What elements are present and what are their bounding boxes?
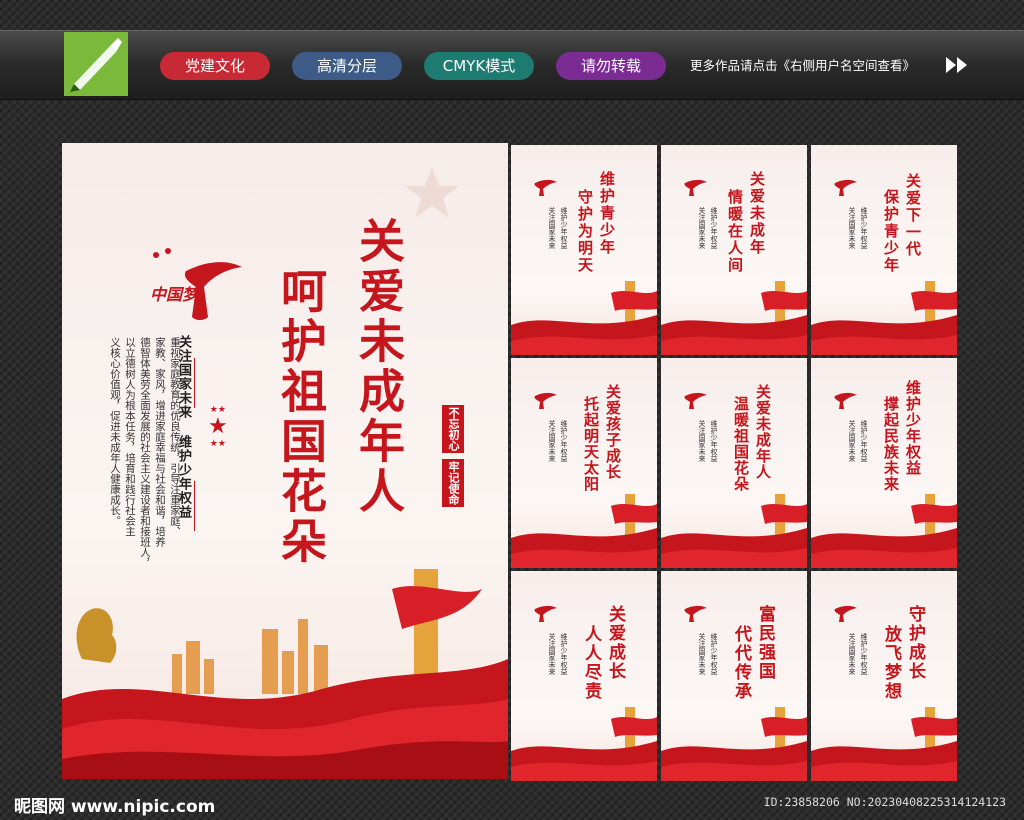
china-dream-logo-icon — [834, 179, 857, 196]
panel-sub-2: 维护少年权益 — [860, 207, 868, 249]
seal-label-1: 不忘初心 — [442, 405, 464, 453]
china-dream-logo-icon — [534, 392, 557, 409]
body-text: 重视家庭教育的优良传统，引导注重家庭、 家教、家风，增进家庭幸福与社会和谐，培养… — [106, 337, 181, 577]
panel-line-1: 维护少年权益 — [904, 380, 922, 476]
panel-sub-1: 关注国家未来 — [548, 207, 556, 249]
tag-cmyk-mode[interactable]: CMYK模式 — [424, 52, 534, 80]
more-works-link[interactable]: 更多作品请点击《右侧用户名空间查看》 — [690, 55, 915, 74]
panel-line-1: 富民强国 — [755, 605, 775, 681]
body-line-1: 重视家庭教育的优良传统，引导注重家庭、 — [169, 337, 181, 537]
panel-sub-1: 关注国家未来 — [698, 207, 706, 249]
poster-panel-2: 关爱未成年 情暖在人间 关注国家未来 维护少年权益 — [661, 145, 807, 355]
panel-line-1: 维护青少年 — [598, 171, 616, 256]
panel-line-2: 温暖祖国花朵 — [732, 396, 750, 492]
panel-line-1: 关爱孩子成长 — [604, 384, 622, 480]
panel-line-1: 关爱下一代 — [904, 173, 922, 258]
panel-line-1: 关爱未成年人 — [754, 384, 772, 480]
panel-line-2: 代代传承 — [731, 625, 751, 701]
body-line-2: 家教、家风，增进家庭幸福与社会和谐，培养 — [154, 337, 166, 547]
panel-sub-1: 关注国家未来 — [548, 633, 556, 675]
china-dream-logo-icon — [834, 392, 857, 409]
panel-sub-2: 维护少年权益 — [560, 633, 568, 675]
tag-hd-layered[interactable]: 高清分层 — [292, 52, 402, 80]
poster-panel-3: 关爱下一代 保护青少年 关注国家未来 维护少年权益 — [811, 145, 957, 355]
poster-panel-9: 守护成长 放飞梦想 关注国家未来 维护少年权益 — [811, 571, 957, 781]
headline-right: 关爱未成年人 — [352, 217, 406, 517]
panel-line-2: 托起明天太阳 — [582, 396, 600, 492]
body-line-5: 义核心价值观，促进未成年人健康成长。 — [109, 337, 121, 526]
panel-red-wave — [511, 494, 657, 568]
panel-line-1: 守护成长 — [905, 605, 925, 681]
china-dream-logo-icon — [684, 605, 707, 622]
poster-panel-6: 维护少年权益 撑起民族未来 关注国家未来 维护少年权益 — [811, 358, 957, 568]
poster-panel-4: 关爱孩子成长 托起明天太阳 关注国家未来 维护少年权益 — [511, 358, 657, 568]
china-dream-logo-icon — [534, 179, 557, 196]
china-dream-logo: 中国梦 — [146, 241, 246, 329]
poster-panel-1: 维护青少年 守护为明天 关注国家未来 维护少年权益 — [511, 145, 657, 355]
panel-red-wave — [811, 707, 957, 781]
china-dream-logo-text: 中国梦 — [150, 285, 199, 304]
panel-sub-1: 关注国家未来 — [698, 420, 706, 462]
panel-sub-2: 维护少年权益 — [560, 420, 568, 462]
seal-label-2: 牢记使命 — [442, 459, 464, 507]
headline-left: 呵护祖国花朵 — [274, 267, 328, 567]
panel-sub-1: 关注国家未来 — [848, 420, 856, 462]
china-dream-logo-icon — [684, 392, 707, 409]
star-watermark-icon — [405, 167, 459, 218]
panel-red-wave — [811, 281, 957, 355]
panel-sub-2: 维护少年权益 — [710, 633, 718, 675]
panel-line-2: 人人尽责 — [581, 625, 601, 701]
nipic-watermark: 昵图网 www.nipic.com — [14, 797, 216, 817]
star-cluster-icon: ★★ ★ ★★ — [208, 405, 228, 449]
panel-red-wave — [511, 281, 657, 355]
panel-line-1: 关爱未成年 — [748, 171, 766, 256]
body-line-4: 以立德树人为根本任务，培育和践行社会主 — [124, 337, 136, 537]
panel-sub-2: 维护少年权益 — [710, 420, 718, 462]
poster-panel-8: 富民强国 代代传承 关注国家未来 维护少年权益 — [661, 571, 807, 781]
panel-sub-2: 维护少年权益 — [860, 633, 868, 675]
panel-red-wave — [661, 707, 807, 781]
panel-line-2: 撑起民族未来 — [882, 396, 900, 492]
panel-red-wave — [661, 281, 807, 355]
divider-top — [194, 358, 195, 408]
panel-line-2: 守护为明天 — [576, 189, 594, 274]
body-line-3: 德智体美劳全面发展的社会主义建设者和接班人， — [139, 337, 151, 568]
poster-panel-5: 关爱未成年人 温暖祖国花朵 关注国家未来 维护少年权益 — [661, 358, 807, 568]
china-dream-logo-icon — [534, 605, 557, 622]
lion-statue-icon — [76, 608, 117, 663]
panel-red-wave — [661, 494, 807, 568]
red-wave-decoration — [62, 569, 508, 779]
panel-line-1: 关爱成长 — [605, 605, 625, 681]
panel-sub-2: 维护少年权益 — [710, 207, 718, 249]
panel-line-2: 保护青少年 — [882, 189, 900, 274]
panel-sub-1: 关注国家未来 — [848, 207, 856, 249]
double-arrow-icon[interactable] — [944, 55, 970, 79]
china-dream-logo-icon — [684, 179, 707, 196]
panel-red-wave — [511, 707, 657, 781]
panel-sub-2: 维护少年权益 — [860, 420, 868, 462]
panel-sub-1: 关注国家未来 — [848, 633, 856, 675]
side-seal: 不忘初心 牢记使命 — [442, 405, 466, 507]
poster-panel-7: 关爱成长 人人尽责 关注国家未来 维护少年权益 — [511, 571, 657, 781]
panel-red-wave — [811, 494, 957, 568]
panel-sub-1: 关注国家未来 — [698, 633, 706, 675]
panel-sub-1: 关注国家未来 — [548, 420, 556, 462]
main-poster: 中国梦 关爱未成年人 呵护祖国花朵 不忘初心 牢记使命 ★★ ★ ★★ 关注国家未来… — [62, 143, 508, 779]
image-id-text: ID:23858206 NO:20230408225314124123 — [763, 795, 1006, 809]
panel-line-2: 放飞梦想 — [881, 625, 901, 701]
tag-no-repost[interactable]: 请勿转载 — [556, 52, 666, 80]
china-dream-logo-icon — [834, 605, 857, 622]
site-logo-icon[interactable] — [64, 32, 128, 96]
panel-sub-2: 维护少年权益 — [560, 207, 568, 249]
tag-party-culture[interactable]: 党建文化 — [160, 52, 270, 80]
panel-line-2: 情暖在人间 — [726, 189, 744, 274]
divider-bottom — [194, 481, 195, 531]
